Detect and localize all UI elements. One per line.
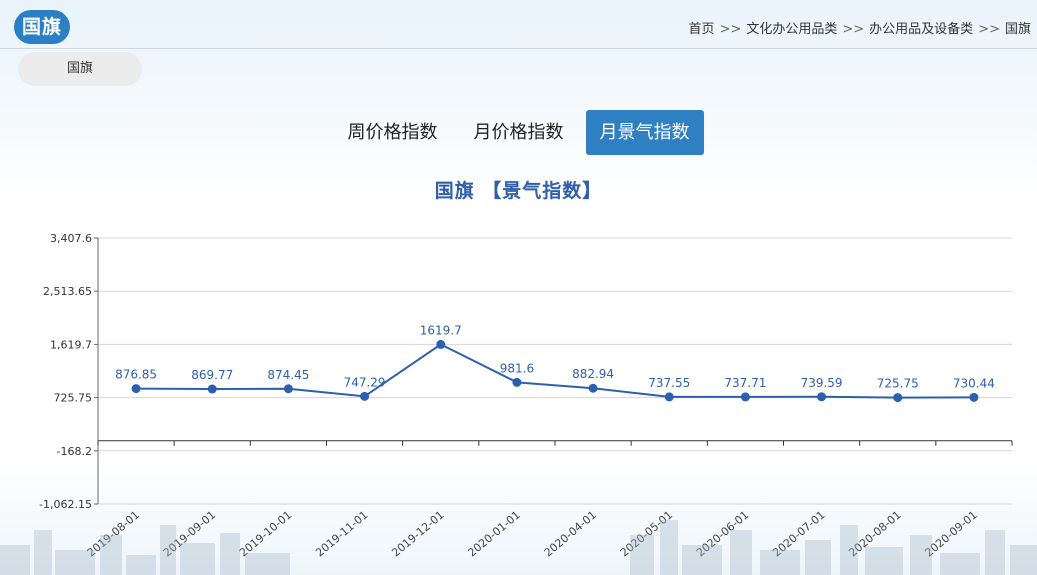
tab-monthly-price-index[interactable]: 月价格指数 bbox=[460, 110, 578, 155]
breadcrumb-home[interactable]: 首页 bbox=[689, 22, 715, 37]
data-label: 737.71 bbox=[724, 376, 766, 390]
data-point bbox=[283, 384, 293, 394]
page-logo-badge: 国旗 bbox=[14, 10, 71, 44]
data-label: 747.29 bbox=[344, 375, 386, 389]
data-label: 874.45 bbox=[267, 368, 309, 382]
index-tabs: 周价格指数 月价格指数 月景气指数 bbox=[0, 110, 1037, 155]
breadcrumb-separator: >> bbox=[978, 22, 1000, 37]
data-label: 882.94 bbox=[572, 367, 614, 381]
city-skyline-decoration bbox=[0, 520, 1037, 575]
data-point bbox=[436, 339, 446, 349]
data-point bbox=[740, 392, 750, 402]
data-point bbox=[131, 384, 141, 394]
data-label: 876.85 bbox=[115, 368, 157, 382]
data-label: 737.55 bbox=[648, 376, 690, 390]
data-label: 739.59 bbox=[801, 376, 843, 390]
breadcrumb-separator: >> bbox=[842, 22, 865, 37]
breadcrumb-office-supplies[interactable]: 办公用品及设备类 bbox=[869, 22, 973, 37]
category-pill[interactable]: 国旗 bbox=[18, 52, 142, 86]
data-point bbox=[817, 392, 827, 402]
data-point bbox=[360, 391, 370, 401]
tab-monthly-prosperity-index[interactable]: 月景气指数 bbox=[585, 110, 704, 155]
chart-canvas: 3,407.62,513.651,619.7725.75-168.2-1,062… bbox=[39, 232, 1013, 559]
data-label: 730.44 bbox=[953, 376, 995, 390]
y-tick-label: 2,513.65 bbox=[43, 285, 92, 298]
breadcrumb-current: 国旗 bbox=[1004, 22, 1031, 37]
data-point bbox=[207, 384, 217, 394]
y-tick-label: -168.2 bbox=[57, 445, 92, 458]
data-point bbox=[588, 383, 598, 393]
data-label: 725.75 bbox=[877, 377, 919, 391]
data-point bbox=[969, 392, 979, 402]
breadcrumb: 首页 >> 文化办公用品类 >> 办公用品及设备类 >> 国旗 bbox=[689, 18, 1031, 37]
breadcrumb-separator: >> bbox=[719, 22, 742, 37]
data-point bbox=[664, 392, 674, 402]
y-tick-label: 1,619.7 bbox=[50, 338, 92, 351]
y-tick-label: 725.75 bbox=[54, 392, 93, 405]
tab-weekly-price-index[interactable]: 周价格指数 bbox=[334, 110, 452, 155]
data-label: 1619.7 bbox=[420, 323, 462, 337]
data-point bbox=[893, 393, 903, 403]
data-label: 981.6 bbox=[500, 361, 534, 375]
chart-title: 国旗 【景气指数】 bbox=[434, 180, 603, 202]
top-bar: 国旗 首页 >> 文化办公用品类 >> 办公用品及设备类 >> 国旗 bbox=[0, 0, 1037, 49]
y-tick-label: 3,407.6 bbox=[50, 232, 92, 245]
breadcrumb-culture-office[interactable]: 文化办公用品类 bbox=[746, 22, 837, 37]
data-point bbox=[512, 377, 522, 387]
series-line bbox=[136, 343, 974, 399]
data-label: 869.77 bbox=[191, 368, 233, 382]
